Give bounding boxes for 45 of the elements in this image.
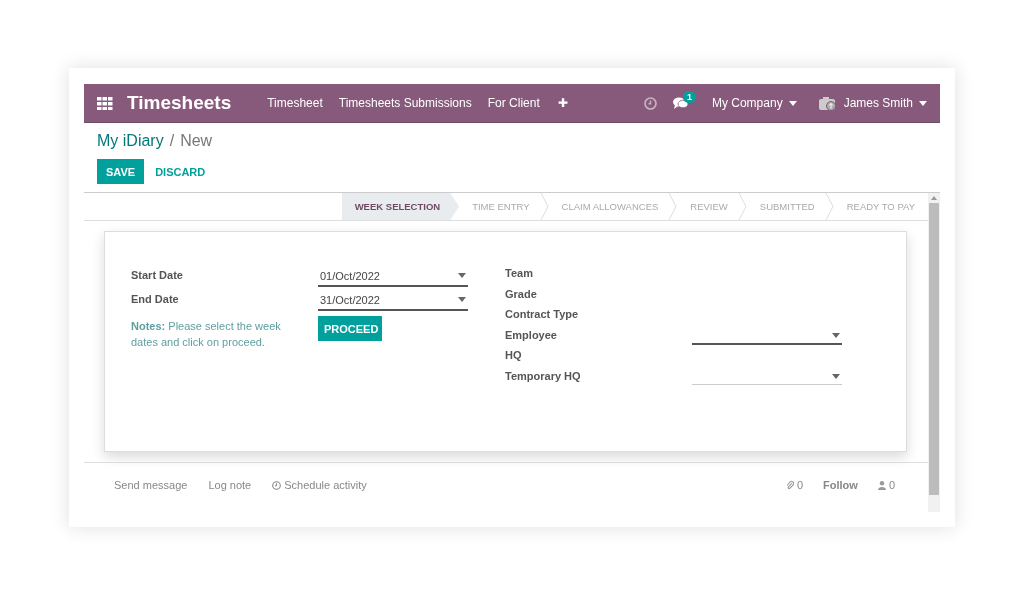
- select-field[interactable]: 31/Oct/2022: [318, 290, 468, 311]
- breadcrumb-link[interactable]: My iDiary: [97, 132, 164, 150]
- caret-icon: [832, 373, 840, 379]
- clock-icon: [272, 480, 282, 490]
- caret-icon: [788, 100, 797, 106]
- notes-text: Notes: Please select the week dates and click on proceed.: [131, 319, 282, 350]
- paperclip-icon: [785, 480, 794, 490]
- clock-icon[interactable]: [643, 96, 657, 110]
- apps-menu-icon[interactable]: [97, 96, 113, 110]
- field-label: Contract Type: [505, 307, 580, 322]
- field-label: End Date: [131, 292, 180, 307]
- attachments-button[interactable]: 0: [785, 479, 804, 491]
- save-button[interactable]: SAVE: [97, 159, 145, 184]
- field-label: Grade: [505, 286, 538, 302]
- field-label: Temporary HQ: [505, 368, 582, 384]
- send-message-link[interactable]: Send message: [114, 479, 188, 491]
- schedule-activity-link[interactable]: Schedule activity: [272, 479, 367, 491]
- menu-item[interactable]: Timesheet: [267, 96, 323, 110]
- menu-item[interactable]: For Client: [487, 96, 540, 110]
- caret-icon: [458, 297, 466, 302]
- camera-avatar-icon[interactable]: [818, 95, 837, 111]
- caret-icon: [458, 273, 466, 278]
- select-field[interactable]: 01/Oct/2022: [318, 266, 468, 287]
- breadcrumb-current: New: [180, 132, 213, 150]
- caret-icon: [919, 100, 927, 106]
- field-label: Start Date: [131, 268, 184, 283]
- followers-button[interactable]: 0: [877, 479, 895, 491]
- menu-item[interactable]: Timesheets Submissions: [338, 96, 472, 110]
- user-dropdown[interactable]: James Smith: [843, 96, 927, 110]
- field-label: HQ: [505, 348, 523, 363]
- status-stage[interactable]: WEEK SELECTION: [341, 193, 460, 220]
- discard-button[interactable]: DISCARD: [144, 159, 217, 184]
- caret-icon: [832, 332, 840, 338]
- scrollbar-thumb[interactable]: [929, 203, 939, 495]
- company-dropdown[interactable]: My Company: [711, 96, 797, 110]
- follow-button[interactable]: Follow: [823, 479, 858, 491]
- field-label: Employee: [505, 327, 558, 343]
- field-label: Team: [505, 266, 534, 281]
- user-icon: [877, 480, 886, 490]
- log-note-link[interactable]: Log note: [208, 479, 252, 491]
- proceed-button[interactable]: PROCEED: [318, 316, 382, 341]
- breadcrumb-separator: /: [169, 132, 175, 150]
- app-title: Timesheets: [127, 92, 232, 114]
- add-menu-button[interactable]: ✚: [557, 96, 568, 110]
- message-count-badge: 1: [682, 91, 696, 103]
